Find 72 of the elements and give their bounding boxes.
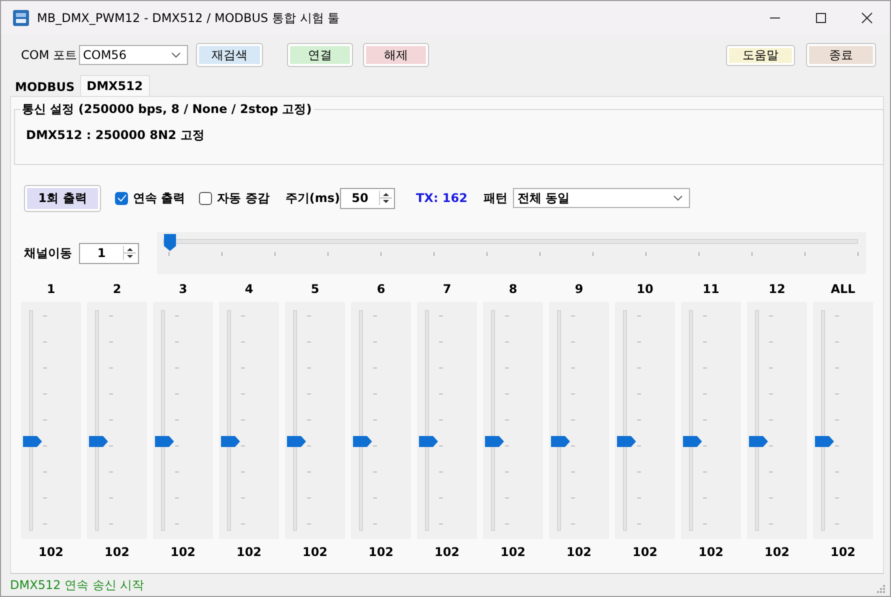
send-once-button[interactable]: 1회 출력: [24, 184, 101, 212]
slider-thumb[interactable]: [164, 234, 176, 251]
channel-label: 10: [636, 281, 654, 298]
channel-label: 3: [178, 281, 188, 298]
window-title: MB_DMX_PWM12 - DMX512 / MODBUS 통합 시험 툴: [37, 10, 341, 26]
slider-thumb[interactable]: [155, 436, 174, 448]
channel-value: 102: [764, 545, 790, 559]
port-label: COM 포트: [21, 46, 77, 64]
channel-label: ALL: [830, 281, 856, 298]
tab[interactable]: DMX512: [80, 75, 150, 96]
status-text: DMX512 연속 송신 시작: [10, 576, 144, 594]
slider-thumb[interactable]: [23, 436, 42, 448]
tab[interactable]: MODBUS: [10, 78, 80, 96]
toolbar-button[interactable]: 재검색: [196, 43, 263, 67]
channel-value: 102: [434, 545, 460, 559]
channel-shift-label: 채널이동: [24, 244, 72, 262]
settings-text: DMX512 : 250000 8N2 고정: [26, 127, 206, 144]
channel-label: 11: [702, 281, 720, 298]
channel-label: 5: [310, 281, 320, 298]
channel-value: 102: [236, 545, 262, 559]
spin-arrows-icon[interactable]: [379, 191, 392, 205]
chevron-icon: [673, 195, 684, 201]
slider-thumb[interactable]: [815, 436, 834, 448]
channel-value: 102: [566, 545, 592, 559]
group-title: 통신 설정 (250000 bps, 8 / None / 2stop 고정): [20, 101, 314, 118]
channel-label: 7: [442, 281, 452, 298]
pattern-label: 패턴: [483, 190, 508, 206]
checkbox[interactable]: [115, 192, 128, 204]
channel-value: 102: [698, 545, 724, 559]
period-label: 주기(ms): [285, 190, 340, 206]
slider-thumb[interactable]: [749, 436, 768, 448]
app-icon: [13, 10, 29, 26]
channel-label: 9: [574, 281, 584, 298]
port-dropdown[interactable]: COM56: [79, 45, 188, 65]
slider-thumb[interactable]: [287, 436, 306, 448]
channel-label: 1: [46, 281, 56, 298]
spin-arrows-icon[interactable]: [123, 246, 136, 260]
checkbox-label: 자동 증감: [217, 190, 270, 206]
checkbox[interactable]: [199, 192, 212, 204]
channel-value: 102: [170, 545, 196, 559]
horizontal-slider[interactable]: [157, 232, 866, 274]
toolbar-button[interactable]: 도움말: [726, 44, 795, 66]
slider-thumb[interactable]: [89, 436, 108, 448]
channel-label: 4: [244, 281, 254, 298]
slider-thumb[interactable]: [683, 436, 702, 448]
slider-thumb[interactable]: [419, 436, 438, 448]
channel-value: 102: [104, 545, 130, 559]
chevron-icon: [171, 52, 181, 58]
channel-value: 102: [500, 545, 526, 559]
period-spinbox[interactable]: 50: [340, 188, 395, 208]
slider-thumb[interactable]: [221, 436, 240, 448]
pattern-dropdown[interactable]: 전체 동일: [513, 188, 690, 208]
slider-thumb[interactable]: [551, 436, 570, 448]
slider-thumb[interactable]: [485, 436, 504, 448]
channel-label: 12: [768, 281, 786, 298]
channel-label: 6: [376, 281, 386, 298]
slider-thumb[interactable]: [353, 436, 372, 448]
slider-thumb[interactable]: [617, 436, 636, 448]
channel-label: 2: [112, 281, 122, 298]
toolbar-button[interactable]: 해제: [363, 43, 429, 67]
channel-value: 102: [302, 545, 328, 559]
channel-value: 102: [368, 545, 394, 559]
resize-grip-icon[interactable]: [876, 584, 886, 594]
channel-value: 102: [830, 545, 856, 559]
toolbar-button[interactable]: 연결: [287, 43, 353, 67]
channel-value: 102: [38, 545, 64, 559]
toolbar-button[interactable]: 종료: [806, 43, 876, 67]
checkbox-label: 연속 출력: [133, 190, 186, 206]
channel-shift-spinbox[interactable]: 1: [79, 242, 139, 264]
channel-label: 8: [508, 281, 518, 298]
tx-count: TX: 162: [416, 191, 468, 205]
channel-value: 102: [632, 545, 658, 559]
